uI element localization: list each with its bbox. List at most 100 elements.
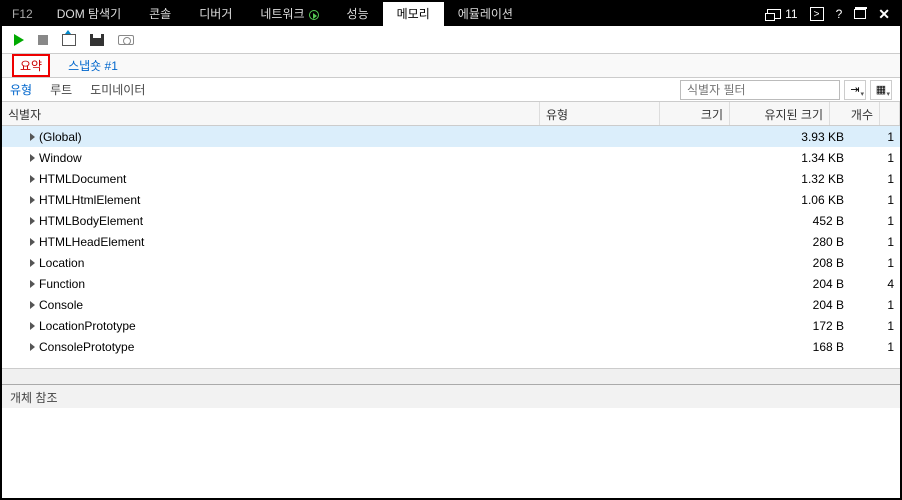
snapshot-icon[interactable] [118,35,134,45]
view-dominators[interactable]: 도미네이터 [90,81,145,98]
row-count: 1 [850,256,900,270]
tab-dom-explorer[interactable]: DOM 탐색기 [43,2,135,26]
columns-button[interactable]: ▦▾ [870,80,892,100]
row-name: ConsolePrototype [39,340,134,354]
row-name: Location [39,256,84,270]
expand-icon[interactable] [30,175,35,183]
expand-icon[interactable] [30,238,35,246]
row-retained: 3.93 KB [750,130,850,144]
row-count: 1 [850,130,900,144]
table-row[interactable]: HTMLHtmlElement1.06 KB1 [2,189,900,210]
play-circle-icon [309,10,319,20]
expand-icon[interactable] [30,343,35,351]
row-retained: 168 B [750,340,850,354]
view-types[interactable]: 유형 [10,81,32,98]
grid-rows[interactable]: (Global)3.93 KB1Window1.34 KB1HTMLDocume… [2,126,900,368]
row-count: 1 [850,298,900,312]
row-retained: 208 B [750,256,850,270]
heap-grid: 식별자 유형 크기 유지된 크기 개수 (Global)3.93 KB1Wind… [2,102,900,498]
tab-debugger[interactable]: 디버거 [185,2,246,26]
row-count: 1 [850,172,900,186]
expand-icon[interactable] [30,133,35,141]
table-row[interactable]: HTMLBodyElement 452 B1 [2,210,900,231]
row-name: (Global) [39,130,82,144]
view-tabs: 유형 루트 도미네이터 [10,81,145,98]
row-name: Window [39,151,82,165]
toolbar [2,26,900,54]
row-retained: 172 B [750,319,850,333]
table-row[interactable]: Function 204 B4 [2,273,900,294]
tab-memory[interactable]: 메모리 [383,2,444,26]
filter-bar: 유형 루트 도미네이터 ⇥▾ ▦▾ [2,78,900,102]
expand-icon[interactable] [30,259,35,267]
error-count[interactable]: 11 [767,7,797,21]
scope-filter-button[interactable]: ⇥▾ [844,80,866,100]
device-icon [767,9,781,19]
devtools-window: F12 DOM 탐색기 콘솔 디버거 네트워크 성능 메모리 에뮬레이션 11 … [0,0,902,500]
expand-icon[interactable] [30,322,35,330]
view-roots[interactable]: 루트 [50,81,72,98]
row-retained: 1.34 KB [750,151,850,165]
grid-header: 식별자 유형 크기 유지된 크기 개수 [2,102,900,126]
row-retained: 280 B [750,235,850,249]
horizontal-scrollbar[interactable] [2,368,900,384]
table-row[interactable]: Location 208 B1 [2,252,900,273]
row-count: 1 [850,151,900,165]
table-row[interactable]: HTMLDocument1.32 KB1 [2,168,900,189]
row-name: HTMLHeadElement [39,235,144,249]
main-menubar: F12 DOM 탐색기 콘솔 디버거 네트워크 성능 메모리 에뮬레이션 11 … [2,2,900,26]
row-count: 1 [850,319,900,333]
error-count-value: 11 [785,7,797,21]
row-name: HTMLHtmlElement [39,193,140,207]
save-icon[interactable] [90,34,104,46]
close-icon[interactable]: ✕ [878,6,890,23]
row-count: 1 [850,340,900,354]
tab-performance[interactable]: 성능 [333,2,383,26]
expand-icon[interactable] [30,154,35,162]
row-retained: 204 B [750,277,850,291]
f12-label: F12 [2,7,43,21]
row-retained: 204 B [750,298,850,312]
row-retained: 1.32 KB [750,172,850,186]
row-name: HTMLBodyElement [39,214,143,228]
table-row[interactable]: LocationPrototype 172 B1 [2,315,900,336]
expand-icon[interactable] [30,280,35,288]
expand-icon[interactable] [30,217,35,225]
col-identifier[interactable]: 식별자 [2,102,540,125]
table-row[interactable]: HTMLHeadElement 280 B1 [2,231,900,252]
table-row[interactable]: Window 1.34 KB1 [2,147,900,168]
identifier-filter-input[interactable] [680,80,840,100]
row-retained: 1.06 KB [750,193,850,207]
col-count[interactable]: 개수 [830,102,880,125]
profile-stop-icon[interactable] [38,35,48,45]
col-size[interactable]: 크기 [660,102,730,125]
profile-start-icon[interactable] [14,34,24,46]
row-name: Console [39,298,83,312]
row-count: 4 [850,277,900,291]
col-type[interactable]: 유형 [540,102,660,125]
row-name: Function [39,277,85,291]
import-icon[interactable] [62,34,76,46]
summary-tab[interactable]: 요약 [12,54,50,77]
table-row[interactable]: Console 204 B1 [2,294,900,315]
table-row[interactable]: (Global) 3.93 KB1 [2,126,900,147]
snapshot-tabs: 요약 스냅숏 #1 [2,54,900,78]
menubar-right: 11 > ? ✕ [767,6,900,23]
console-toggle-icon[interactable]: > [810,7,824,21]
table-row[interactable]: ConsolePrototype 168 B1 [2,336,900,357]
help-button[interactable]: ? [836,7,843,21]
object-refs-header[interactable]: 개체 참조 [2,384,900,408]
row-retained: 452 B [750,214,850,228]
tab-network[interactable]: 네트워크 [246,2,332,26]
col-retained[interactable]: 유지된 크기 [730,102,830,125]
expand-icon[interactable] [30,196,35,204]
expand-icon[interactable] [30,301,35,309]
row-count: 1 [850,214,900,228]
row-name: LocationPrototype [39,319,136,333]
snapshot-tab[interactable]: 스냅숏 #1 [68,57,118,74]
tab-network-label: 네트워크 [260,7,304,21]
row-count: 1 [850,235,900,249]
tab-emulation[interactable]: 에뮬레이션 [444,2,527,26]
tab-console[interactable]: 콘솔 [135,2,185,26]
undock-icon[interactable] [854,9,866,19]
